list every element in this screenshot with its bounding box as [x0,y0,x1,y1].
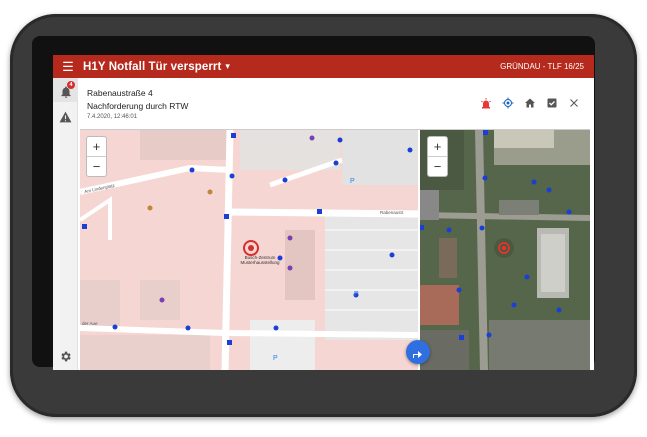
zoom-controls-left: + − [86,136,107,177]
directions-icon [413,351,422,358]
incident-subtitle: Nachforderung durch RTW [87,101,189,111]
satellite-map[interactable]: + − [418,130,590,370]
incident-address: Rabenaustraße 4 [87,88,153,98]
svg-text:P: P [354,291,359,298]
svg-text:P: P [273,355,278,362]
svg-text:P: P [350,178,355,185]
zoom-in-button[interactable]: + [87,137,106,157]
street-map-graphics: P P P [80,130,420,370]
checkbox-icon[interactable] [546,97,558,109]
side-rail: 4 [53,78,78,370]
hamburger-icon[interactable]: ☰ [53,59,83,75]
settings-icon[interactable] [59,350,72,363]
incident-title[interactable]: H1Y Notfall Tür versperrt [83,61,221,73]
chevron-down-icon[interactable]: ▾ [225,61,230,72]
incident-header: Rabenaustraße 4 Nachforderung durch RTW … [87,88,188,120]
siren-icon[interactable] [480,97,492,109]
action-toolbar [480,97,580,109]
unit-name: GRÜNDAU - TLF 16/25 [500,62,584,71]
zoom-controls-right: + − [427,136,448,177]
home-icon[interactable] [524,97,536,109]
locate-icon[interactable] [502,97,514,109]
warning-icon[interactable] [59,111,72,123]
directions-button[interactable] [406,340,430,364]
zoom-in-button[interactable]: + [428,137,447,157]
notification-badge: 4 [67,81,75,89]
map-view[interactable]: P P P Am Lindenplatz Rabenaustr. Busch-Z… [80,129,590,370]
close-icon[interactable] [568,97,580,109]
zoom-out-button[interactable]: − [87,157,106,177]
street-label: der Aue [82,321,98,326]
zoom-out-button[interactable]: − [428,157,447,177]
map-split-handle[interactable] [418,130,420,370]
street-map[interactable]: P P P Am Lindenplatz Rabenaustr. Busch-Z… [80,130,420,370]
street-label: Rabenaustr. [380,210,405,215]
app-screen: ☰ H1Y Notfall Tür versperrt ▾ GRÜNDAU - … [53,55,594,370]
app-bar: ☰ H1Y Notfall Tür versperrt ▾ GRÜNDAU - … [53,55,594,78]
street-label: Busch-Zentrum Musterhausstellung [240,255,280,265]
incident-timestamp: 7.4.2020, 12:46:01 [87,114,138,120]
